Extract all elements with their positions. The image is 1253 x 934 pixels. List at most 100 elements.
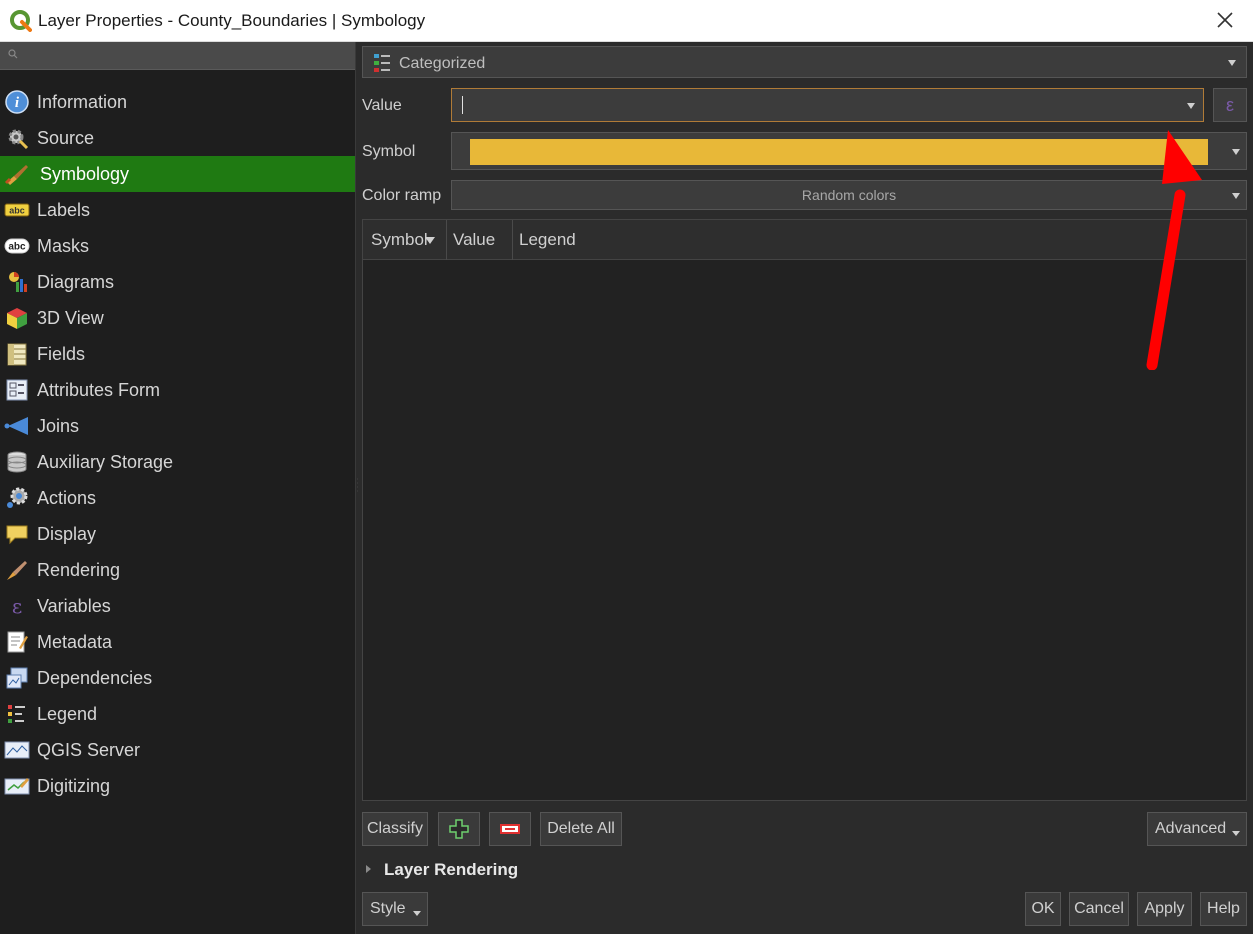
sidebar-item-label: Diagrams [37,272,115,292]
delete-all-button[interactable]: Delete All [540,812,622,846]
chevron-down-icon [1228,60,1236,66]
sidebar-item-label: Legend [37,704,98,724]
dependencies-icon [4,666,30,690]
sidebar-item-joins[interactable]: Joins [0,408,355,444]
sidebar-search[interactable] [0,42,355,70]
metadata-icon [4,630,30,654]
categories-table[interactable]: Symbol Value Legend [362,219,1247,801]
sidebar-item-label: Dependencies [37,668,153,688]
sidebar-item-label: Actions [37,488,97,508]
sidebar-item-diagrams[interactable]: Diagrams [0,264,355,300]
labels-icon: abc [4,198,30,222]
svg-text:abc: abc [8,242,26,253]
column-header-legend[interactable]: Legend [513,220,1247,260]
color-ramp-value: Random colors [801,187,897,203]
table-header: Symbol Value Legend [363,220,1246,260]
expression-button[interactable]: ε [1213,88,1247,122]
source-icon [4,126,30,150]
column-header-symbol[interactable]: Symbol [363,220,447,260]
sort-indicator-icon [425,237,435,244]
plus-icon [449,819,469,839]
sidebar-item-label: Digitizing [37,776,111,796]
sidebar-item-legend[interactable]: Legend [0,696,355,732]
chevron-down-icon [1232,831,1240,836]
classify-button[interactable]: Classify [362,812,428,846]
sidebar-item-actions[interactable]: Actions [0,480,355,516]
window-title: Layer Properties - County_Boundaries | S… [38,11,426,30]
expand-arrow-icon [366,865,371,873]
sidebar-item-label: 3D View [37,308,104,328]
advanced-button[interactable]: Advanced [1147,812,1247,846]
joins-icon [4,414,30,438]
sidebar-item-variables[interactable]: ε Variables [0,588,355,624]
minus-icon [500,824,520,834]
qgis-logo-icon [10,10,32,32]
variables-icon: ε [4,594,30,618]
sidebar-item-label: Labels [37,200,91,220]
sidebar-item-attributes-form[interactable]: Attributes Form [0,372,355,408]
layer-rendering-title: Layer Rendering [384,860,519,879]
chevron-down-icon [1187,103,1195,109]
diagrams-icon [4,270,30,294]
style-button[interactable]: Style [362,892,428,926]
qgis-server-icon [4,738,30,762]
sidebar-item-label: Rendering [37,560,121,580]
sidebar-item-information[interactable]: i Information [0,84,355,120]
sidebar-item-label: Fields [37,344,86,364]
symbol-button[interactable] [451,132,1247,170]
help-button[interactable]: Help [1200,892,1247,926]
sidebar-item-fields[interactable]: Fields [0,336,355,372]
masks-icon: abc [4,234,30,258]
remove-category-button[interactable] [489,812,531,846]
color-ramp-select[interactable]: Random colors [451,180,1247,210]
svg-text:abc: abc [9,206,25,216]
text-cursor [462,96,463,114]
sidebar-item-label: Display [37,524,97,544]
sidebar-item-labels[interactable]: abc Labels [0,192,355,228]
symbology-icon [4,162,30,186]
sidebar-nav: i Information Source Symbology abc Label… [0,84,355,804]
symbology-panel: Categorized Value ε Symbol Color ramp Ra… [358,42,1253,934]
search-icon [8,49,18,59]
sidebar-item-source[interactable]: Source [0,120,355,156]
add-category-button[interactable] [438,812,480,846]
chevron-down-icon [1232,193,1240,199]
info-icon: i [4,90,30,114]
legend-icon [4,702,30,726]
sidebar-item-label: Attributes Form [37,380,161,400]
chevron-down-icon [413,911,421,916]
sidebar-item-label: Metadata [37,632,113,652]
sidebar-item-qgis-server[interactable]: QGIS Server [0,732,355,768]
sidebar-item-dependencies[interactable]: Dependencies [0,660,355,696]
attributes-form-icon [4,378,30,402]
sidebar-item-metadata[interactable]: Metadata [0,624,355,660]
close-icon[interactable] [1213,8,1237,32]
fields-icon [4,342,30,366]
sidebar-item-label: QGIS Server [37,740,141,760]
sidebar-item-rendering[interactable]: Rendering [0,552,355,588]
cancel-button[interactable]: Cancel [1069,892,1129,926]
symbol-label: Symbol [362,143,416,160]
search-input[interactable] [22,44,342,68]
ok-button[interactable]: OK [1025,892,1061,926]
sidebar-item-digitizing[interactable]: Digitizing [0,768,355,804]
sidebar-item-label: Information [37,92,128,112]
apply-button[interactable]: Apply [1137,892,1192,926]
sidebar-item-label: Auxiliary Storage [37,452,174,472]
sidebar-item-3d-view[interactable]: 3D View [0,300,355,336]
sidebar-item-auxiliary-storage[interactable]: Auxiliary Storage [0,444,355,480]
digitizing-icon [4,774,30,798]
sidebar-item-label: Masks [37,236,90,256]
display-icon [4,522,30,546]
categorized-icon [374,54,390,72]
value-field-select[interactable] [451,88,1204,122]
renderer-select[interactable]: Categorized [362,46,1247,78]
column-header-value[interactable]: Value [447,220,513,260]
renderer-value: Categorized [399,55,486,72]
expression-icon: ε [1225,94,1235,115]
symbol-color-swatch [470,139,1208,165]
sidebar-item-masks[interactable]: abc Masks [0,228,355,264]
sidebar-item-symbology[interactable]: Symbology [0,156,355,192]
sidebar-item-display[interactable]: Display [0,516,355,552]
actions-icon [4,486,30,510]
